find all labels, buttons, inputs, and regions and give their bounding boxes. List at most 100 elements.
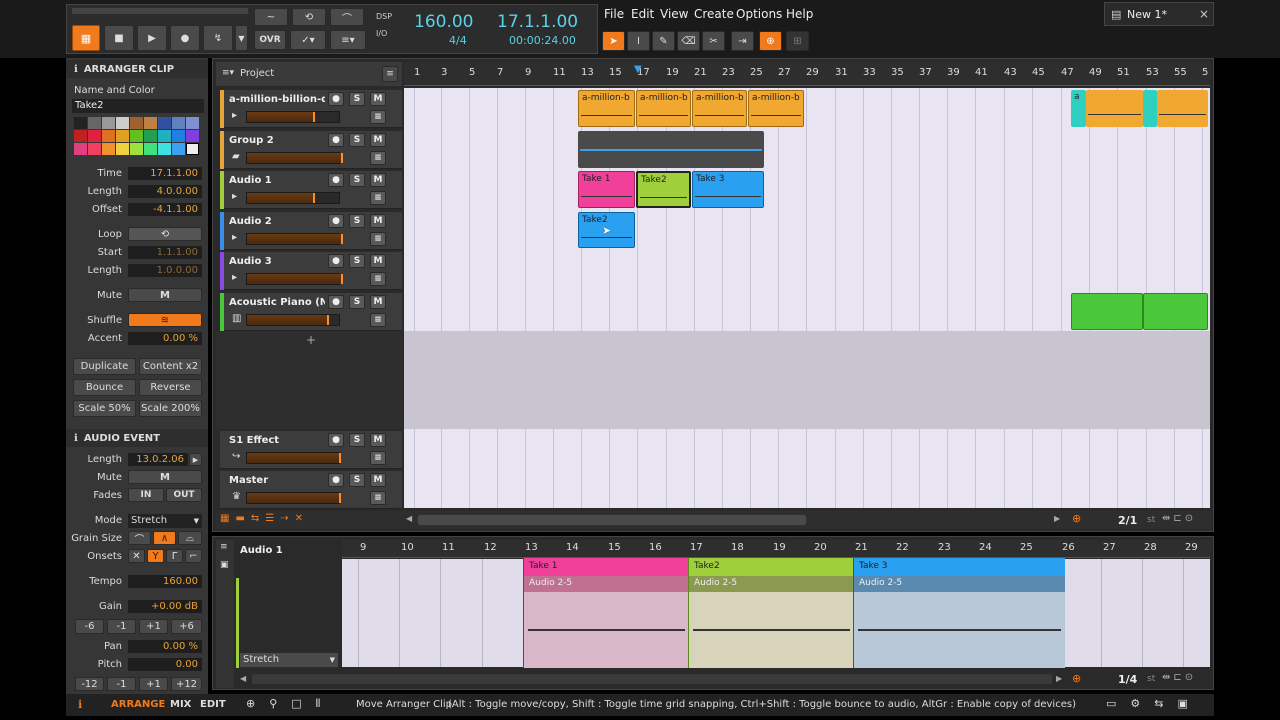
detail-menu-icon[interactable]: ≡	[220, 542, 228, 552]
track-header[interactable]: Acoustic Piano (N...● SM ▥ ≡	[220, 293, 402, 331]
volume-fader[interactable]	[246, 111, 340, 123]
scale200-button[interactable]: Scale 200%	[139, 400, 202, 417]
event-mute-button[interactable]: M	[128, 470, 202, 484]
volume-fader[interactable]	[246, 233, 343, 245]
mute-track-button[interactable]: M	[370, 295, 386, 309]
clip-amillion-1[interactable]: a-million-b	[578, 90, 635, 127]
detail-scroll-left-icon[interactable]: ◀	[240, 674, 246, 683]
gain-plus6-button[interactable]: +6	[171, 619, 202, 634]
shuffle-toggle[interactable]: ≋	[128, 313, 202, 327]
color-palette[interactable]	[74, 117, 204, 155]
mute-track-button[interactable]: M	[370, 173, 386, 187]
track-header[interactable]: a-million-billion-d...● SM ▸ ≡	[220, 90, 402, 128]
track-master[interactable]: Master ● S M ♛ ≡	[220, 471, 402, 509]
record-button[interactable]: ●	[170, 25, 200, 51]
detail-zoom-snap-icon[interactable]: ⊕	[1072, 672, 1081, 685]
detail-clip-take1[interactable]: Take 1 Audio 2-5	[523, 558, 689, 668]
pointer-tool-button[interactable]: ➤	[602, 31, 625, 51]
stretch-tool-button[interactable]: ⇥	[731, 31, 754, 51]
edit-view-tab[interactable]: EDIT	[200, 699, 226, 710]
play-button[interactable]: ▶	[137, 25, 167, 51]
punch-button[interactable]: ≡▾	[330, 30, 366, 50]
volume-fader[interactable]	[246, 192, 340, 204]
record-arm-button[interactable]: ●	[328, 133, 344, 147]
track-header[interactable]: Audio 1 ● S M ▸ ≡	[220, 171, 402, 209]
clip-take1[interactable]: Take 1	[578, 171, 635, 208]
volume-fader[interactable]	[246, 452, 341, 464]
automation-dropdown[interactable]: ▼	[235, 25, 248, 51]
solo-button[interactable]: S	[349, 473, 365, 487]
detail-zoom-icons[interactable]: ⇹⊏⊙	[1162, 672, 1196, 683]
record-arm-button[interactable]: ●	[328, 433, 344, 447]
status-right-icons[interactable]: ▭⚙⇆▣	[1106, 697, 1202, 710]
menu-options[interactable]: Options	[736, 7, 782, 21]
detail-mode-select[interactable]: Stretch ▼	[240, 653, 338, 667]
metronome-button[interactable]: ▦	[72, 25, 100, 51]
arranger-view-icons[interactable]: ▦▬⇆☰⇢✕	[220, 513, 309, 524]
solo-button[interactable]: S	[349, 133, 365, 147]
track-menu-button[interactable]: ≡	[370, 191, 386, 205]
track-header[interactable]: Audio 2 ● S M ▸ ≡	[220, 212, 402, 250]
menu-help[interactable]: Help	[786, 7, 813, 21]
clip-take3[interactable]: Take 3	[692, 171, 764, 208]
time-display[interactable]: 00:00:24.00	[509, 34, 576, 47]
track-menu-button[interactable]: ≡	[370, 451, 386, 465]
clip-amillion-4[interactable]: a-million-b	[748, 90, 804, 127]
detail-ruler[interactable]: 9 10 11 12 13 14 15 16 17 18 19 20 21 22 23 24 25 26 27 28 2…	[342, 540, 1210, 558]
gain-minus6-button[interactable]: -6	[75, 619, 104, 634]
project-menu-icon[interactable]: ≡▾	[222, 68, 234, 78]
arranger-hscrollbar[interactable]	[418, 515, 806, 525]
track-menu-button[interactable]: ≡	[370, 110, 386, 124]
gain-value[interactable]: +0.00 dB	[128, 600, 202, 613]
clip-amillion-3[interactable]: a-million-b	[692, 90, 747, 127]
pitch-minus1-button[interactable]: -1	[107, 677, 136, 691]
track-menu-button[interactable]: ≡	[370, 491, 386, 505]
grid-button[interactable]: ⊞	[786, 31, 809, 51]
record-arm-button[interactable]: ●	[328, 214, 344, 228]
automation-write-button[interactable]: ↯	[203, 25, 233, 51]
clip-name-input[interactable]: Take2	[72, 99, 204, 113]
scroll-right-icon[interactable]: ▶	[1054, 514, 1060, 523]
record-arm-button[interactable]: ●	[328, 173, 344, 187]
zoom-snap-icon[interactable]: ⊕	[1072, 512, 1081, 525]
clip-amillion-small[interactable]: a	[1071, 90, 1086, 127]
offset-value[interactable]: -4.1.1.00	[128, 203, 202, 216]
time-value[interactable]: 17.1.1.00	[128, 167, 202, 180]
mute-track-button[interactable]: M	[370, 254, 386, 268]
solo-button[interactable]: S	[349, 173, 365, 187]
volume-fader[interactable]	[246, 314, 340, 326]
record-arm-button[interactable]: ●	[328, 295, 344, 309]
status-info-icon[interactable]: ℹ	[78, 698, 82, 711]
gain-minus1-button[interactable]: -1	[107, 619, 136, 634]
arranger-ruler[interactable]: 1 3 5 7 9 11 13 15 17 19 21 23 25 27 29 31 33 35 37 39 41 43 4…	[404, 62, 1210, 86]
document-tab[interactable]: ▤ New 1* ×	[1104, 2, 1214, 26]
solo-button[interactable]: S	[349, 433, 365, 447]
volume-fader[interactable]	[246, 273, 343, 285]
menu-edit[interactable]: Edit	[631, 7, 654, 21]
close-icon[interactable]: ×	[1199, 7, 1209, 21]
detail-lock-icon[interactable]: ▣	[220, 560, 229, 570]
pitch-plus1-button[interactable]: +1	[139, 677, 168, 691]
onsets-mode3-button[interactable]: ⌐	[185, 549, 202, 563]
track-header[interactable]: Group 2 ● S M ▰ ≡	[220, 131, 402, 169]
track-header[interactable]: Audio 3 ● S M ▸ ≡	[220, 252, 402, 290]
record-arm-button[interactable]: ●	[328, 92, 344, 106]
menu-view[interactable]: View	[660, 7, 688, 21]
event-length-arrow[interactable]: ▶	[189, 453, 202, 466]
playhead-marker-icon[interactable]: ▼	[634, 64, 642, 75]
ovr-button[interactable]: OVR	[254, 30, 286, 50]
event-length-value[interactable]: 13.0.2.06	[128, 453, 188, 466]
groove-button[interactable]: ✓▾	[290, 30, 326, 50]
time-select-tool-button[interactable]: I	[627, 31, 650, 51]
grain-large-button[interactable]: ⌓	[178, 531, 202, 545]
bounce-button[interactable]: Bounce	[73, 379, 136, 396]
pan-value[interactable]: 0.00 %	[128, 640, 202, 653]
mode-select[interactable]: Stretch ▼	[128, 514, 202, 528]
clip-amillion-7[interactable]	[1157, 90, 1208, 127]
track-menu-button[interactable]: ≡	[370, 313, 386, 327]
accent-value[interactable]: 0.00 %	[128, 332, 202, 345]
onsets-mode2-button[interactable]: Γ	[166, 549, 183, 563]
detail-hscrollbar[interactable]	[252, 674, 1052, 684]
time-signature[interactable]: 4/4	[449, 34, 467, 47]
content-x2-button[interactable]: Content x2	[139, 358, 202, 375]
